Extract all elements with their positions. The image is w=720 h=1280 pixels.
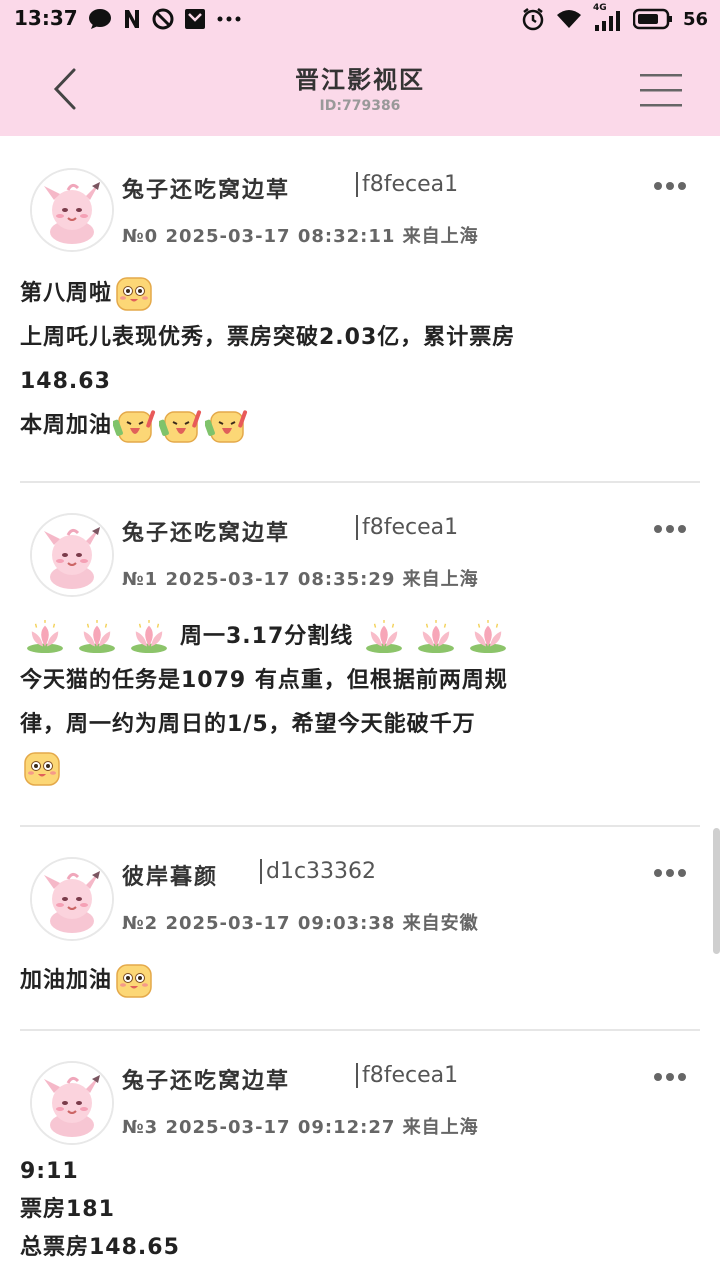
post-content: 周一3.17分割线 今天猫的任务是1079 有点重，但根据前两周规 律，周一约为… <box>20 615 696 791</box>
post-meta: №1 2025-03-17 08:35:29 来自上海 <box>122 569 479 590</box>
post-text-line: 9:11 <box>20 1159 79 1184</box>
battery-icon <box>632 8 672 30</box>
post-text-line: 周一3.17分割线 <box>180 624 354 649</box>
lotus-emoji-icon <box>128 620 170 654</box>
cheer-emoji-icon <box>158 406 204 446</box>
post-username[interactable]: 兔子还吃窝边草 <box>122 172 290 204</box>
post-content: 加油加油 <box>20 959 696 1003</box>
lotus-emoji-icon <box>415 620 457 654</box>
post-item: 兔子还吃窝边草 f8fecea1 №3 2025-03-17 09:12:27 … <box>0 1031 720 1280</box>
post-text-line: 148.63 <box>20 369 111 394</box>
post-text-line: 上周吒儿表现优秀，票房突破2.03亿，累计票房 <box>20 325 516 350</box>
lotus-emoji-icon <box>24 620 66 654</box>
chat-bubble-icon <box>89 9 111 29</box>
battery-level: 56 <box>682 8 708 30</box>
lotus-emoji-icon <box>467 620 509 654</box>
app-header: 晋江影视区 ID:779386 <box>0 38 720 136</box>
post-text-line: 第八周啦 <box>20 281 113 306</box>
cheer-emoji-icon <box>204 406 250 446</box>
starry-eyes-emoji-icon <box>22 749 62 789</box>
post-username[interactable]: 彼岸暮颜 <box>122 859 218 891</box>
page-title: 晋江影视区 <box>295 66 425 94</box>
post-item: 彼岸暮颜 d1c33362 №2 2025-03-17 09:03:38 来自安… <box>0 827 720 1029</box>
n-icon <box>125 10 139 28</box>
post-item: 兔子还吃窝边草 f8fecea1 №1 2025-03-17 08:35:29 … <box>0 483 720 825</box>
more-options-icon[interactable] <box>652 523 688 535</box>
post-user-id: d1c33362 <box>260 859 376 884</box>
post-user-id: f8fecea1 <box>356 515 458 540</box>
page-subtitle-id: ID:779386 <box>319 98 401 114</box>
wifi-icon <box>556 10 581 28</box>
notification-icons <box>88 8 242 30</box>
post-content: 9:11 票房181 总票房148.65 <box>20 1153 696 1267</box>
mail-icon <box>185 9 205 29</box>
post-content: 第八周啦 上周吒儿表现优秀，票房突破2.03亿，累计票房 148.63 本周加油 <box>20 272 696 448</box>
post-text-line: 今天猫的任务是1079 有点重，但根据前两周规 <box>20 668 508 693</box>
more-options-icon[interactable] <box>652 1071 688 1083</box>
post-text-line: 律，周一约为周日的1/5，希望今天能破千万 <box>20 712 476 737</box>
post-meta: №2 2025-03-17 09:03:38 来自安徽 <box>122 913 479 934</box>
avatar[interactable] <box>30 513 114 597</box>
post-username[interactable]: 兔子还吃窝边草 <box>122 1063 290 1095</box>
post-text-line: 本周加油 <box>20 413 113 438</box>
menu-icon[interactable] <box>640 72 682 108</box>
post-user-id: f8fecea1 <box>356 1063 458 1088</box>
cheer-emoji-icon <box>112 406 158 446</box>
status-bar: 13:37 4G 56 <box>0 0 720 38</box>
more-options-icon[interactable] <box>652 180 688 192</box>
more-options-icon[interactable] <box>652 867 688 879</box>
lotus-emoji-icon <box>76 620 118 654</box>
avatar[interactable] <box>30 1061 114 1145</box>
happy-face-emoji-icon <box>112 961 156 1001</box>
scrollbar[interactable] <box>713 828 720 954</box>
avatar[interactable] <box>30 168 114 252</box>
post-item: 兔子还吃窝边草 f8fecea1 №0 2025-03-17 08:32:11 … <box>0 136 720 482</box>
avatar[interactable] <box>30 857 114 941</box>
signal-icon: 4G <box>593 3 623 31</box>
post-username[interactable]: 兔子还吃窝边草 <box>122 515 290 547</box>
lotus-emoji-icon <box>363 620 405 654</box>
alarm-icon <box>522 8 544 31</box>
post-text-line: 票房181 <box>20 1197 115 1222</box>
post-text-line: 加油加油 <box>20 968 113 993</box>
more-dots-icon <box>217 16 241 22</box>
post-meta: №0 2025-03-17 08:32:11 来自上海 <box>122 226 479 247</box>
blocked-icon <box>152 8 174 30</box>
happy-face-emoji-icon <box>112 274 156 314</box>
system-icons: 4G 56 <box>521 3 708 32</box>
post-text-line: 总票房148.65 <box>20 1235 180 1260</box>
status-time: 13:37 <box>14 6 78 30</box>
post-user-id: f8fecea1 <box>356 172 458 197</box>
post-meta: №3 2025-03-17 09:12:27 来自上海 <box>122 1117 479 1138</box>
